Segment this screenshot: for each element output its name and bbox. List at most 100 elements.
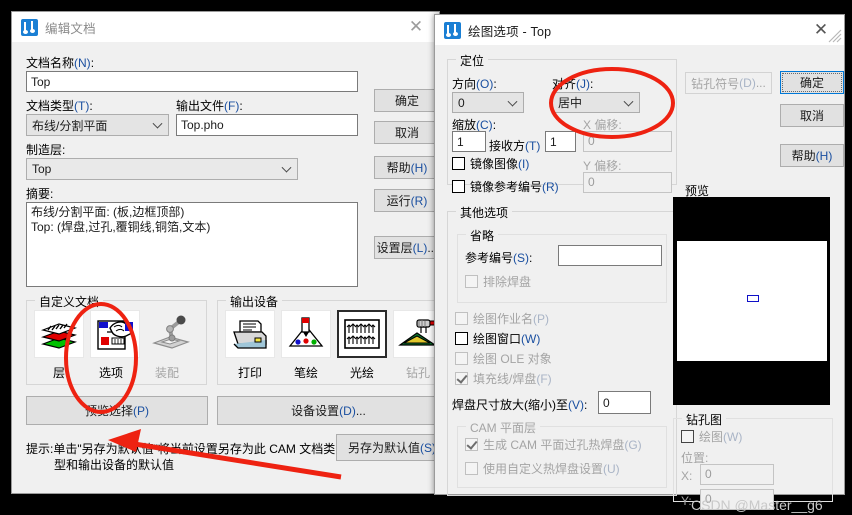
chevron-down-icon: [281, 162, 292, 173]
drill-x-input[interactable]: 0: [700, 464, 774, 485]
icon-button-pen-plot[interactable]: [281, 310, 331, 358]
edit-document-dialog[interactable]: 编辑文档 ✕ 文档名称(N): 文档类型(T): 布线/分割平面 输出文件(F)…: [11, 11, 448, 494]
plot-job-name-label: 绘图作业名(P): [473, 312, 550, 326]
plot-window-checkbox[interactable]: 绘图窗口(W): [455, 330, 540, 347]
right-dialog-title-suffix: - Top: [518, 24, 552, 39]
cancel-button[interactable]: 取消: [780, 104, 844, 127]
printer-icon: [233, 320, 267, 349]
robot-assembly-icon: [152, 315, 190, 349]
checkbox-box: [465, 462, 478, 475]
checkbox-box: [455, 332, 468, 345]
doc-name-input[interactable]: [26, 71, 358, 92]
set-layer-button[interactable]: 设置层 (L)...: [374, 236, 440, 259]
x-offset-input[interactable]: 0: [583, 131, 672, 152]
mirror-image-checkbox[interactable]: 镜像图像(I): [452, 155, 529, 172]
align-value: 居中: [558, 96, 583, 110]
hand-options-icon: [97, 320, 133, 350]
checkbox-box: [452, 180, 465, 193]
left-dialog-title: 编辑文档: [45, 21, 96, 36]
checkbox-box: [465, 438, 478, 451]
cam-plane-group-caption: CAM 平面层: [466, 419, 541, 436]
doc-type-combo[interactable]: 布线/分割平面: [26, 114, 169, 136]
ok-button-label: 确定: [799, 76, 824, 90]
icon-button-photoplot[interactable]: [337, 310, 387, 358]
summary-textarea[interactable]: 布线/分割平面: (板,边框顶部) Top: (焊盘,过孔,覆铜线,铜箔,文本): [26, 202, 358, 287]
icon-label-options: 选项: [98, 366, 123, 380]
drill-plot-checkbox[interactable]: 绘图(W): [681, 428, 742, 445]
left-dialog-titlebar[interactable]: 编辑文档 ✕: [12, 12, 439, 42]
output-device-group-caption: 输出设备: [226, 293, 283, 310]
preview-canvas[interactable]: [673, 197, 830, 405]
pen-plotter-icon: [288, 317, 324, 347]
icon-button-assembly: [146, 310, 196, 358]
receiver-input[interactable]: [545, 131, 576, 152]
save-as-default-button[interactable]: 另存为默认值 (S): [336, 434, 448, 461]
manufacture-layer-combo[interactable]: Top: [26, 158, 298, 180]
ok-button[interactable]: 确定: [374, 89, 440, 112]
mirror-ref-checkbox[interactable]: 镜像参考编号(R): [452, 178, 559, 195]
checkbox-box: [455, 372, 468, 385]
pad-size-input[interactable]: [598, 391, 651, 414]
checkbox-box: [465, 275, 478, 288]
manufacture-layer-label: 制造层:: [26, 143, 66, 157]
right-dialog-title-text: 绘图选项: [468, 24, 519, 39]
fill-line-pad-checkbox: 填充线/焊盘(F): [455, 370, 552, 387]
pcb-document-icon: [21, 18, 38, 36]
run-button[interactable]: 运行 (R): [374, 189, 440, 212]
help-button[interactable]: 帮助 (H): [374, 156, 440, 179]
checkbox-box: [681, 430, 694, 443]
checkbox-box: [455, 352, 468, 365]
device-settings-button[interactable]: 设备设置 (D)...: [217, 396, 440, 425]
other-options-group-caption: 其他选项: [456, 204, 513, 221]
layers-stack-icon: [40, 323, 78, 349]
doc-name-label: 文档名称(N):: [26, 56, 95, 70]
icon-label-assembly: 装配: [154, 366, 179, 380]
receiver-label: 接收方(T): [489, 139, 541, 153]
chevron-down-icon: [507, 96, 518, 107]
direction-combo[interactable]: 0: [452, 92, 524, 113]
icon-button-options[interactable]: [90, 310, 140, 358]
chevron-down-icon: [623, 96, 634, 107]
preview-shape: [747, 295, 759, 302]
resize-grip-icon[interactable]: [828, 29, 842, 43]
output-file-input[interactable]: [176, 114, 358, 136]
scale-input[interactable]: [452, 131, 486, 152]
custom-thermal-label: 使用自定义热焊盘设置(U): [483, 462, 620, 476]
fill-line-pad-label: 填充线/焊盘(F): [473, 372, 552, 386]
help-button[interactable]: 帮助 (H): [780, 144, 844, 167]
cancel-button[interactable]: 取消: [374, 121, 440, 144]
pad-size-label: 焊盘尺寸放大(缩小)至(V):: [452, 398, 588, 412]
align-label: 对齐(J):: [552, 77, 594, 91]
icon-button-layers[interactable]: [34, 310, 84, 358]
custom-document-group-caption: 自定义文档: [35, 293, 104, 310]
ref-number-input[interactable]: [558, 245, 662, 266]
omit-group-caption: 省略: [466, 227, 499, 244]
checkbox-box: [452, 157, 465, 170]
icon-label-pen-plot: 笔绘: [293, 366, 318, 380]
y-offset-input[interactable]: 0: [583, 172, 672, 193]
drill-plot-label: 绘图(W): [699, 430, 743, 444]
ok-button[interactable]: 确定: [780, 71, 844, 94]
icon-label-layers: 层: [52, 366, 65, 380]
doc-type-value: 布线/分割平面: [32, 118, 108, 133]
right-dialog-title: 绘图选项 - Top: [468, 21, 551, 40]
drill-chart-group-caption: 钻孔图: [682, 411, 727, 428]
align-combo[interactable]: 居中: [552, 92, 640, 113]
output-file-label: 输出文件(F):: [176, 99, 243, 113]
plot-options-dialog[interactable]: 绘图选项 - Top ✕ 定位 方向(O): 0 对齐(J): 居中 缩放(C)…: [434, 14, 845, 513]
watermark: CSDN @Master__g6: [691, 497, 823, 513]
generate-cam-thermal-checkbox: 生成 CAM 平面过孔热焊盘(G): [465, 436, 642, 453]
mirror-image-label: 镜像图像(I): [470, 157, 530, 171]
exclude-pad-checkbox: 排除焊盘: [465, 273, 531, 290]
doc-type-label: 文档类型(T):: [26, 99, 93, 113]
preview-select-button[interactable]: 预览选择 (P): [26, 396, 208, 425]
right-dialog-titlebar[interactable]: 绘图选项 - Top ✕: [435, 15, 844, 45]
close-icon[interactable]: ✕: [397, 12, 435, 42]
custom-thermal-checkbox: 使用自定义热焊盘设置(U): [465, 460, 620, 477]
icon-button-print[interactable]: [225, 310, 275, 358]
plot-ole-object-label: 绘图 OLE 对象: [473, 352, 552, 366]
mirror-ref-label: 镜像参考编号(R): [470, 180, 559, 194]
checkbox-box: [455, 312, 468, 325]
chevron-down-icon: [152, 118, 163, 129]
exclude-pad-label: 排除焊盘: [483, 275, 532, 289]
